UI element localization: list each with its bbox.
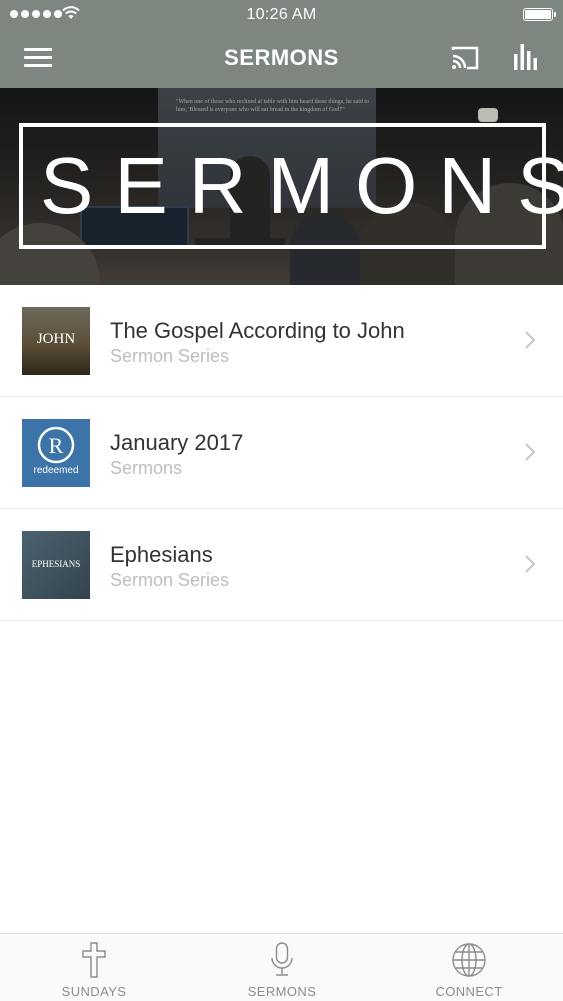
sermon-list: JOHN The Gospel According to John Sermon… <box>0 285 563 621</box>
bar-chart-icon[interactable] <box>513 42 539 70</box>
series-thumbnail: EPHESIANS <box>22 531 90 599</box>
list-item[interactable]: EPHESIANS Ephesians Sermon Series <box>0 509 563 621</box>
tab-sermons[interactable]: SERMONS <box>188 934 376 1001</box>
app-header: 10:26 AM SERMONS <box>0 0 563 88</box>
tab-connect[interactable]: CONNECT <box>375 934 563 1001</box>
series-thumbnail: R redeemed <box>22 419 90 487</box>
tab-label: SUNDAYS <box>61 984 127 999</box>
chevron-right-icon <box>525 443 536 461</box>
thumbnail-caption: redeemed <box>33 465 79 476</box>
series-thumbnail: JOHN <box>22 307 90 375</box>
hero-banner: "When one of those who reclined at table… <box>0 88 563 285</box>
cast-icon[interactable] <box>449 44 481 72</box>
globe-icon <box>452 943 486 977</box>
navigation-bar: SERMONS <box>0 30 563 88</box>
list-item-subtitle: Sermon Series <box>110 346 230 366</box>
tab-label: SERMONS <box>247 984 317 999</box>
list-item-subtitle: Sermons <box>110 458 183 478</box>
battery-icon <box>523 8 556 21</box>
list-item-title: The Gospel According to John <box>110 318 405 343</box>
thumbnail-caption: JOHN <box>36 331 76 347</box>
tab-sundays[interactable]: SUNDAYS <box>0 934 188 1001</box>
status-time: 10:26 AM <box>246 6 317 23</box>
list-item[interactable]: JOHN The Gospel According to John Sermon… <box>0 285 563 397</box>
list-item[interactable]: R redeemed January 2017 Sermons <box>0 397 563 509</box>
thumbnail-caption: EPHESIANS <box>31 559 81 569</box>
chevron-right-icon <box>525 331 536 349</box>
chevron-right-icon <box>525 555 536 573</box>
hero-title: SERMONS <box>40 141 563 230</box>
list-item-subtitle: Sermon Series <box>110 570 230 590</box>
redeemed-logo-icon: R <box>37 426 75 464</box>
cross-icon <box>82 942 106 978</box>
status-bar: 10:26 AM <box>0 0 563 30</box>
svg-text:R: R <box>49 433 64 458</box>
tab-bar: SUNDAYS SERMONS CONNECT <box>0 933 563 1001</box>
tab-label: CONNECT <box>435 984 503 999</box>
list-item-title: Ephesians <box>110 542 213 567</box>
list-item-title: January 2017 <box>110 430 244 455</box>
microphone-icon <box>271 942 293 976</box>
